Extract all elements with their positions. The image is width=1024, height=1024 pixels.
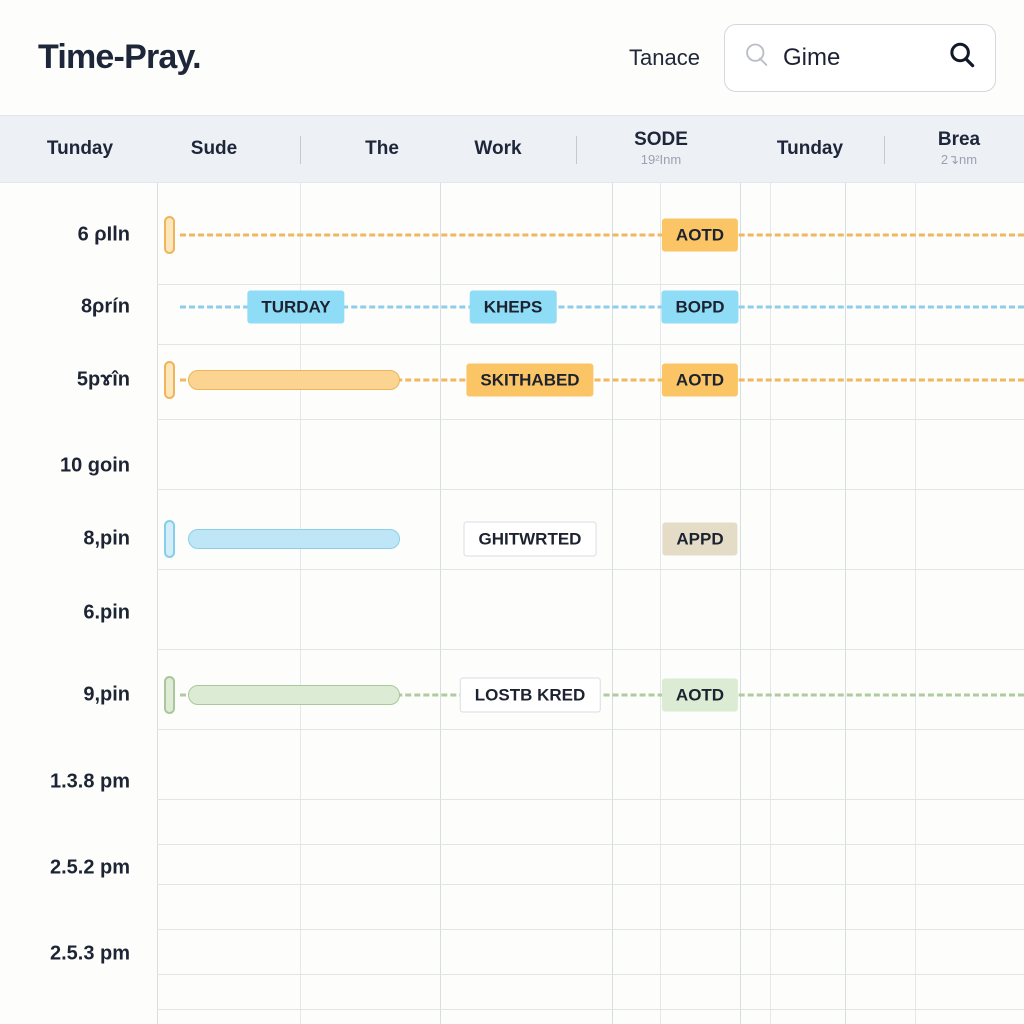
column-header-subtitle: 19²Inm	[640, 152, 682, 168]
row-start-marker[interactable]	[164, 676, 175, 714]
grid-vertical-line	[770, 183, 771, 1024]
row-start-marker[interactable]	[164, 216, 175, 254]
grid-horizontal-line	[157, 489, 1024, 490]
event-chip[interactable]: KHEPS	[469, 290, 557, 324]
column-header-the[interactable]: The	[365, 116, 399, 182]
grid-horizontal-line	[157, 569, 1024, 570]
column-header-divider	[576, 136, 577, 164]
duration-bar[interactable]	[188, 529, 400, 549]
grid-vertical-line	[740, 183, 741, 1024]
grid-horizontal-line	[157, 884, 1024, 885]
grid-horizontal-line	[157, 284, 1024, 285]
app-title: Time-Pray.	[38, 38, 202, 76]
time-row-label: 2.5.2 pm	[49, 856, 130, 879]
column-header-title: Tunday	[776, 138, 844, 160]
column-header-divider	[300, 136, 301, 164]
grid-horizontal-line	[157, 974, 1024, 975]
event-chip[interactable]: TURDAY	[247, 290, 345, 324]
column-header-title: The	[365, 138, 399, 160]
time-row-label: 9,pin	[83, 683, 130, 706]
grid-vertical-line	[157, 183, 158, 1024]
app-header: Time-Pray. Tanace Gime	[0, 0, 1024, 115]
column-header-title: Brea	[937, 128, 981, 150]
grid-horizontal-line	[157, 1009, 1024, 1010]
time-row-label: 6 ρIln	[77, 223, 130, 246]
grid-vertical-line	[915, 183, 916, 1024]
search-input[interactable]: Gime	[783, 44, 935, 72]
event-chip[interactable]: SKITHABED	[466, 363, 594, 397]
grid-vertical-line	[845, 183, 846, 1024]
column-header-divider	[884, 136, 885, 164]
column-header-work[interactable]: Work	[474, 116, 521, 182]
grid-horizontal-line	[157, 929, 1024, 930]
column-header-title: Sude	[190, 138, 238, 160]
column-header-tunday[interactable]: Tunday	[777, 116, 843, 182]
column-header-sude[interactable]: Sude	[191, 116, 237, 182]
grid-vertical-line	[440, 183, 441, 1024]
column-header-subtitle: 2↴nm	[940, 152, 978, 168]
time-row-label: 1.3.8 pm	[49, 770, 130, 793]
duration-bar[interactable]	[188, 370, 400, 390]
event-chip[interactable]: AOTD	[661, 678, 739, 712]
row-start-marker[interactable]	[164, 520, 175, 558]
column-header-bar: Tunday Sude The Work SODE 19²Inm Tunday Brea 2↴n…	[0, 115, 1024, 183]
time-row-label: 8,pin	[83, 527, 130, 550]
column-header-sode[interactable]: SODE 19²Inm	[634, 116, 688, 182]
grid-horizontal-line	[157, 649, 1024, 650]
header-account-label[interactable]: Tanace	[629, 45, 700, 71]
column-header-title: Work	[474, 138, 522, 160]
grid-horizontal-line	[157, 844, 1024, 845]
event-chip[interactable]: BOPD	[661, 290, 739, 324]
column-header-tunday[interactable]: Tunday	[47, 116, 113, 182]
row-start-marker[interactable]	[164, 361, 175, 399]
event-chip[interactable]: LOSTB KRED	[459, 677, 601, 713]
event-chip[interactable]: GHITWRTED	[463, 521, 597, 557]
column-header-title: SODE	[634, 128, 688, 150]
search-box[interactable]: Gime	[724, 23, 996, 92]
time-row-label: 8ρrín	[80, 295, 130, 318]
time-row-label: 5pɤîn	[76, 368, 130, 391]
event-chip[interactable]: AOTD	[661, 218, 739, 252]
time-row-label: 10 goin	[59, 454, 130, 477]
grid-horizontal-line	[157, 799, 1024, 800]
grid-horizontal-line	[157, 729, 1024, 730]
search-icon	[743, 41, 771, 74]
column-header-title: Tunday	[46, 138, 114, 160]
column-header-brea[interactable]: Brea 2↴nm	[938, 116, 980, 182]
search-submit-icon[interactable]	[947, 40, 977, 75]
event-chip[interactable]: APPD	[662, 522, 738, 556]
duration-bar[interactable]	[188, 685, 400, 705]
grid-horizontal-line	[157, 419, 1024, 420]
grid-vertical-line	[612, 183, 613, 1024]
header-right-group: Tanace Gime	[629, 23, 996, 92]
event-chip[interactable]: AOTD	[661, 363, 739, 397]
grid-horizontal-line	[157, 344, 1024, 345]
schedule-grid[interactable]: 6 ρIln AOTD 8ρrín TURDAY KHEPS BOPD 5pɤîn SKITH…	[0, 183, 1024, 1024]
time-row-label: 2.5.3 pm	[49, 942, 130, 965]
time-row-label: 6.pin	[83, 601, 130, 624]
row-track-line	[180, 233, 1024, 237]
